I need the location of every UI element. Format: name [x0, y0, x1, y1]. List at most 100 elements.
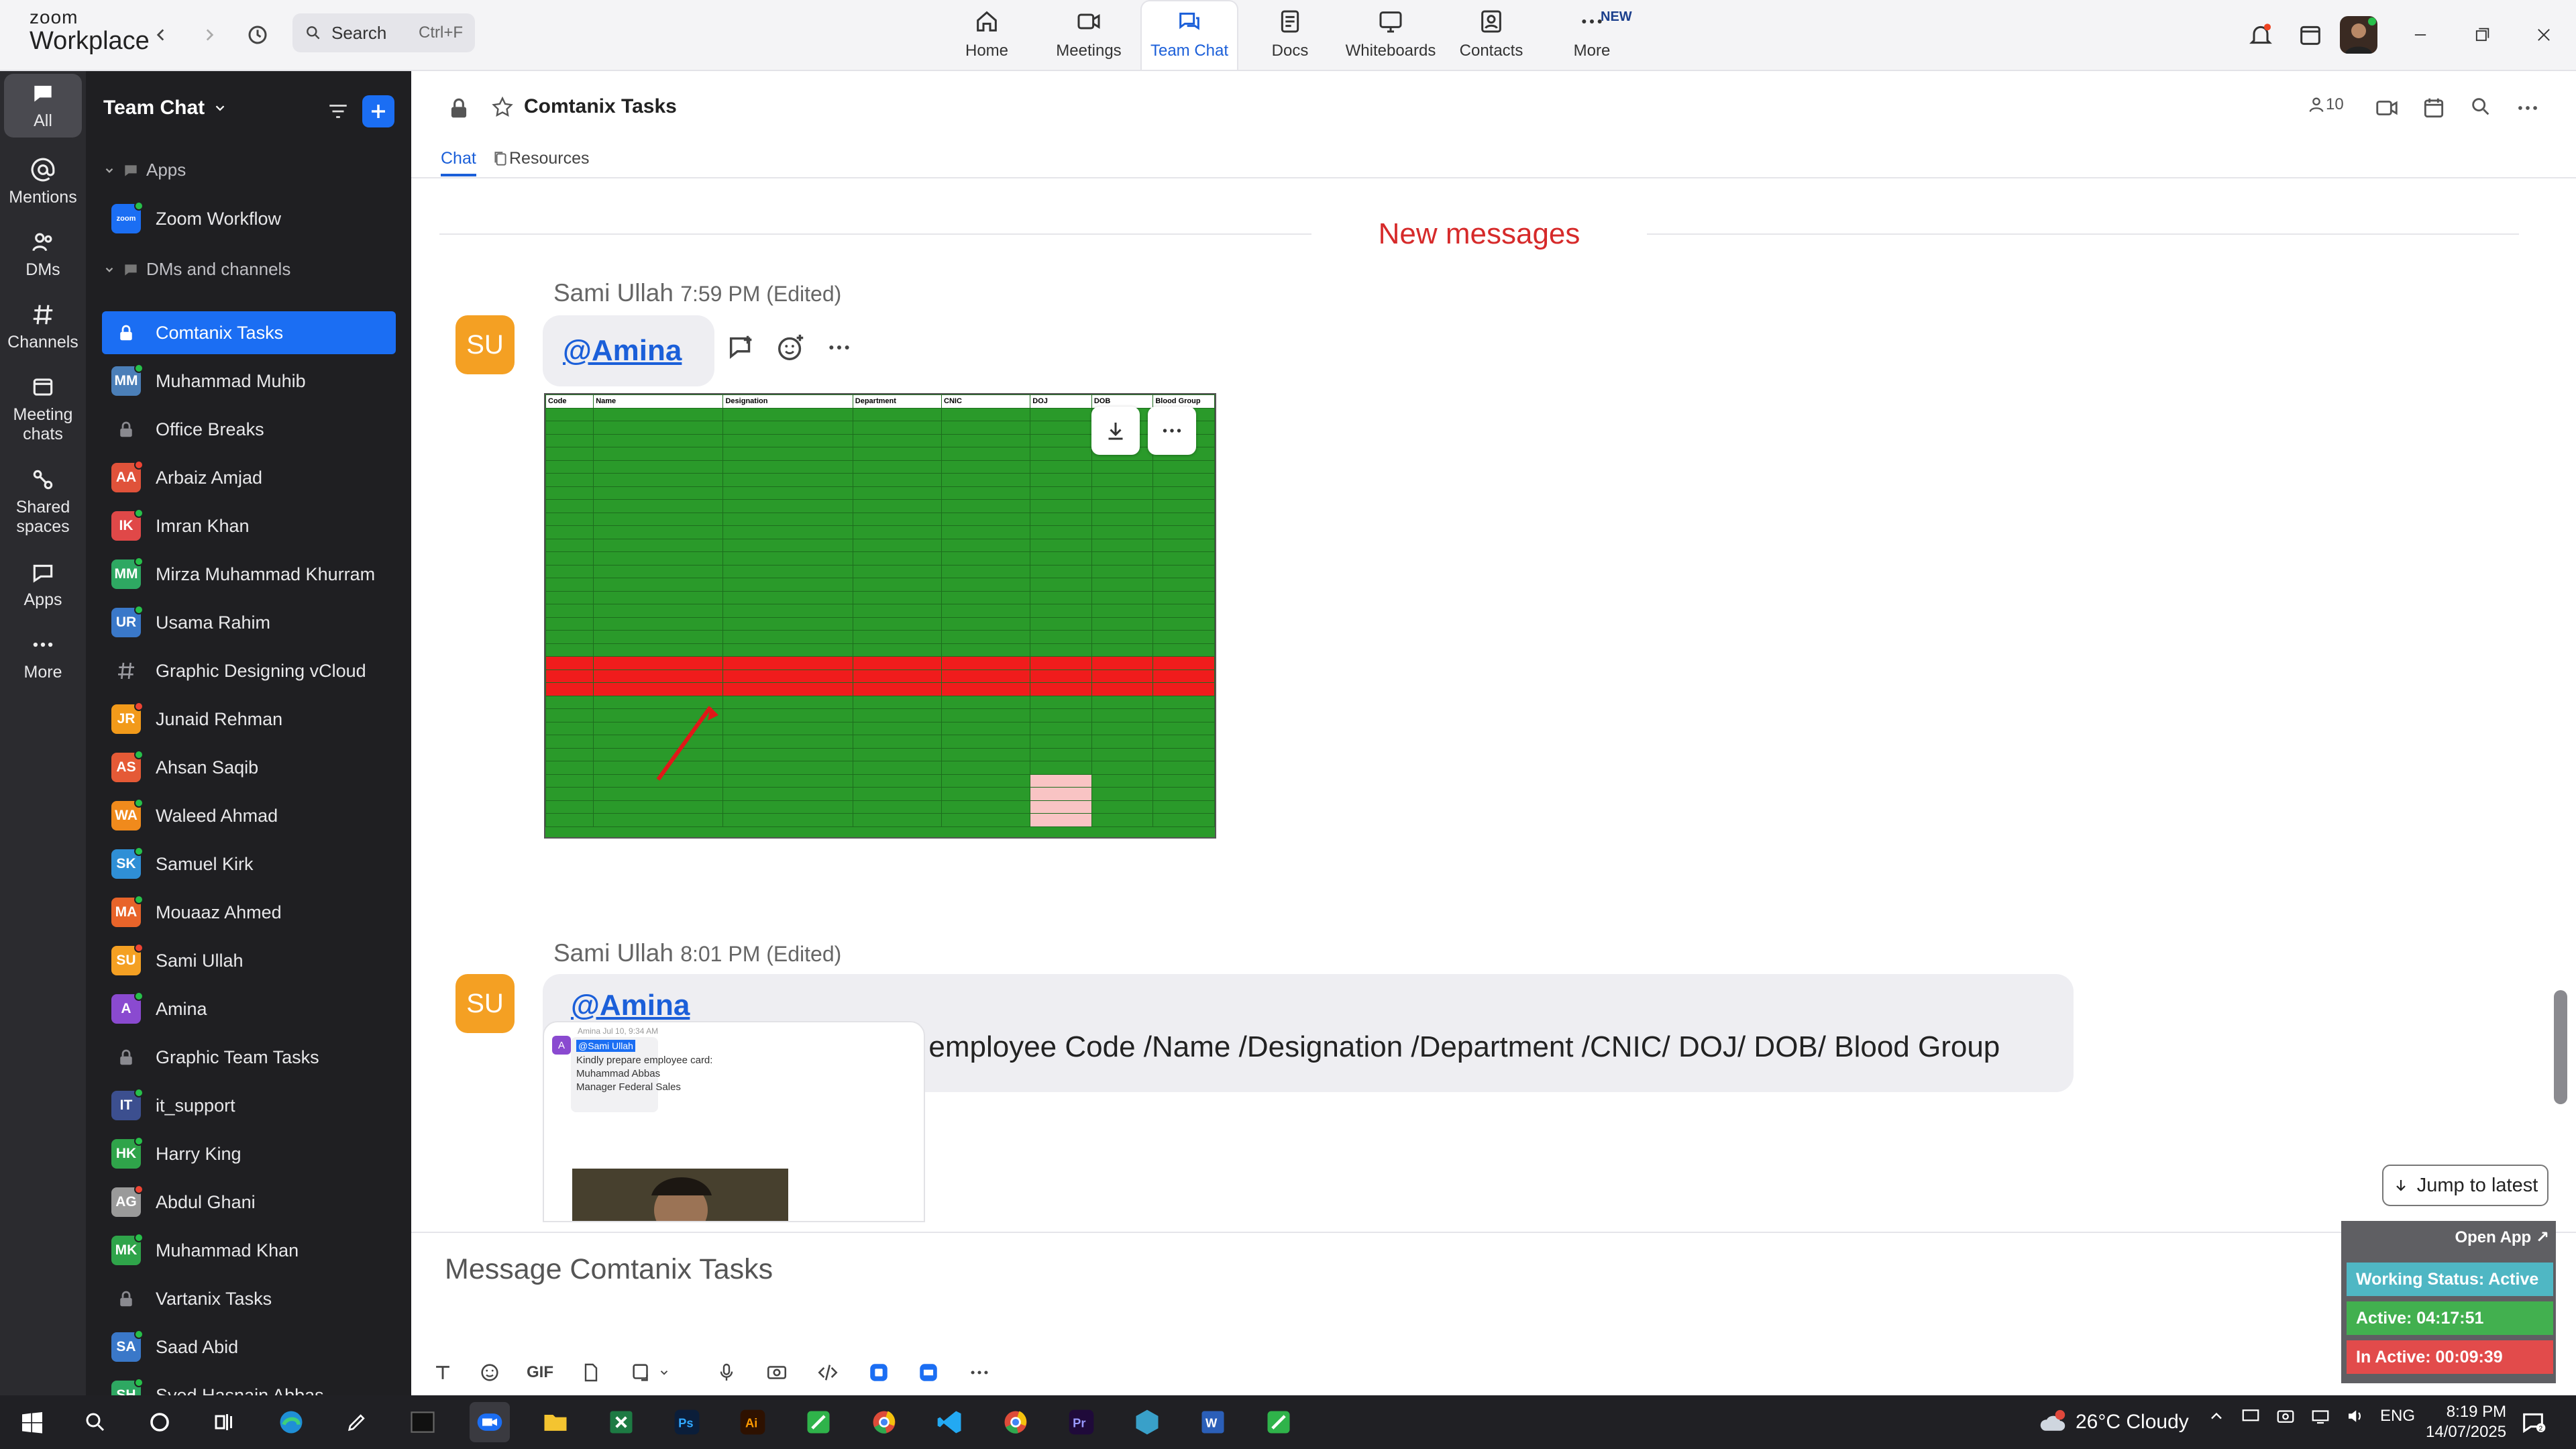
sender-avatar[interactable]: SU	[455, 974, 515, 1033]
message-more-button[interactable]	[819, 327, 859, 368]
nav-meetings[interactable]: Meetings	[1040, 0, 1138, 70]
sidebar-title[interactable]: Team Chat	[103, 97, 227, 119]
screenshot-button[interactable]	[630, 1356, 670, 1389]
minimize-button[interactable]	[2400, 16, 2440, 54]
section-dms-channels[interactable]: DMs and channels	[103, 259, 290, 280]
sidebar-item-saad-abid[interactable]: SA Saad Abid	[102, 1326, 396, 1368]
sidebar-item-amina[interactable]: A Amina	[102, 987, 396, 1030]
taskbar-excel[interactable]	[601, 1402, 641, 1442]
tab-chat[interactable]: Chat	[441, 149, 476, 176]
mention-link[interactable]: @Amina	[563, 334, 682, 368]
taskbar-task-view[interactable]	[204, 1402, 244, 1442]
taskbar-chrome-2[interactable]	[996, 1402, 1036, 1442]
rail-channels[interactable]: Channels	[4, 302, 82, 352]
sidebar-item-graphic-designing-vcloud[interactable]: Graphic Designing vCloud	[102, 649, 396, 692]
network-icon[interactable]	[2310, 1406, 2330, 1426]
language-indicator[interactable]: ENG	[2380, 1407, 2415, 1426]
rail-more[interactable]: More	[4, 632, 82, 682]
sidebar-item-waleed-ahmad[interactable]: WA Waleed Ahmad	[102, 794, 396, 837]
nav-more[interactable]: NEW More	[1543, 0, 1641, 70]
quoted-message-image[interactable]: A Amina Jul 10, 9:34 AM @Sami Ullah Kind…	[543, 1021, 925, 1222]
sidebar-item-muhammad-khan[interactable]: MK Muhammad Khan	[102, 1229, 396, 1272]
taskbar-word[interactable]: W	[1193, 1402, 1233, 1442]
nav-home[interactable]: Home	[938, 0, 1036, 70]
nav-whiteboards[interactable]: Whiteboards	[1342, 0, 1440, 70]
sidebar-item-it-support[interactable]: IT it_support	[102, 1084, 396, 1127]
search-channel-button[interactable]	[2469, 95, 2492, 118]
taskbar-illustrator[interactable]: Ai	[733, 1402, 773, 1442]
schedule-button[interactable]	[2421, 95, 2447, 121]
rail-shared-spaces[interactable]: Shared spaces	[4, 467, 82, 537]
sidebar-item-graphic-team-tasks[interactable]: Graphic Team Tasks	[102, 1036, 396, 1079]
section-apps[interactable]: Apps	[103, 160, 186, 180]
sidebar-item-mouaaz-ahmed[interactable]: MA Mouaaz Ahmed	[102, 891, 396, 934]
taskbar-app-green-2[interactable]	[1258, 1402, 1299, 1442]
sidebar-item-samuel-kirk[interactable]: SK Samuel Kirk	[102, 843, 396, 885]
taskbar-explorer[interactable]	[535, 1402, 576, 1442]
nav-docs[interactable]: Docs	[1241, 0, 1339, 70]
taskbar-photoshop[interactable]: Ps	[667, 1402, 707, 1442]
taskbar-clock[interactable]: 8:19 PM 14/07/2025	[2426, 1402, 2506, 1442]
maximize-button[interactable]	[2462, 16, 2502, 54]
taskbar-chrome[interactable]	[864, 1402, 904, 1442]
notification-center-button[interactable]: 2	[2513, 1402, 2553, 1442]
nav-team-chat[interactable]: Team Chat	[1140, 0, 1238, 70]
rail-apps[interactable]: Apps	[4, 559, 82, 610]
sidebar-item-muhammad-muhib[interactable]: MM Muhammad Muhib	[102, 360, 396, 402]
sidebar-item-harry-king[interactable]: HK Harry King	[102, 1132, 396, 1175]
video-message-button[interactable]	[765, 1356, 788, 1389]
composer-more-button[interactable]	[968, 1356, 991, 1389]
sidebar-item-office-breaks[interactable]: Office Breaks	[102, 408, 396, 451]
taskbar-vscode[interactable]	[930, 1402, 970, 1442]
rail-all[interactable]: All	[4, 74, 82, 138]
app-zoom-workflow[interactable]: zoom Zoom Workflow	[102, 197, 396, 240]
sidebar-item-mirza-muhammad-khurram[interactable]: MM Mirza Muhammad Khurram	[102, 553, 396, 596]
calendar-button[interactable]	[2290, 16, 2330, 54]
sender-avatar[interactable]: SU	[455, 315, 515, 374]
sidebar-item-abdul-ghani[interactable]: AG Abdul Ghani	[102, 1181, 396, 1224]
nav-contacts[interactable]: Contacts	[1442, 0, 1540, 70]
sidebar-item-sami-ullah[interactable]: SU Sami Ullah	[102, 939, 396, 982]
members-button[interactable]: 10	[2307, 95, 2344, 114]
sender-name[interactable]: Sami Ullah	[553, 939, 674, 967]
new-chat-button[interactable]	[362, 95, 394, 127]
sidebar-item-arbaiz-amjad[interactable]: AA Arbaiz Amjad	[102, 456, 396, 499]
notifications-button[interactable]	[2241, 16, 2281, 54]
filter-button[interactable]	[322, 95, 354, 127]
video-call-button[interactable]	[2374, 95, 2400, 121]
sidebar-item-comtanix-tasks[interactable]: Comtanix Tasks	[102, 311, 396, 354]
code-snippet-button[interactable]	[816, 1356, 839, 1389]
history-button[interactable]	[239, 16, 276, 54]
taskbar-cortana[interactable]	[140, 1402, 180, 1442]
start-button[interactable]	[12, 1402, 52, 1442]
attach-file-button[interactable]	[580, 1356, 602, 1389]
chevron-up-icon[interactable]	[2207, 1407, 2226, 1426]
taskbar-app-hex[interactable]	[1127, 1402, 1167, 1442]
message-composer[interactable]: Message Comtanix Tasks GIF	[411, 1232, 2576, 1395]
sender-name[interactable]: Sami Ullah	[553, 279, 674, 307]
emoji-button[interactable]	[478, 1356, 501, 1389]
profile-avatar[interactable]	[2340, 16, 2377, 54]
app2-button[interactable]	[917, 1356, 940, 1389]
chat-scrollbar[interactable]	[2554, 990, 2567, 1104]
voice-message-button[interactable]	[716, 1356, 737, 1389]
back-button[interactable]	[142, 16, 180, 54]
open-app-link[interactable]: Open App ↗	[2341, 1228, 2549, 1247]
star-button[interactable]	[490, 95, 515, 119]
reply-button[interactable]	[721, 327, 761, 368]
volume-icon[interactable]	[2345, 1406, 2365, 1426]
sidebar-item-vartanix-tasks[interactable]: Vartanix Tasks	[102, 1277, 396, 1320]
mention-link[interactable]: @Amina	[571, 989, 2074, 1022]
taskbar-premiere[interactable]: Pr	[1061, 1402, 1102, 1442]
taskbar-pen[interactable]	[337, 1402, 377, 1442]
jump-to-latest-button[interactable]: Jump to latest	[2382, 1165, 2548, 1206]
react-button[interactable]	[771, 327, 811, 368]
camera-tray-icon[interactable]	[2275, 1406, 2296, 1426]
weather-widget[interactable]: 26°C Cloudy	[2038, 1409, 2189, 1436]
download-image-button[interactable]	[1091, 407, 1140, 455]
taskbar-zoom[interactable]	[470, 1402, 510, 1442]
spreadsheet-image[interactable]: Code Name Designation Department CNIC DOJ DOB B…	[544, 393, 1216, 839]
forward-button[interactable]	[191, 16, 228, 54]
display-icon[interactable]	[2241, 1406, 2261, 1426]
channel-more-button[interactable]	[2515, 95, 2540, 121]
